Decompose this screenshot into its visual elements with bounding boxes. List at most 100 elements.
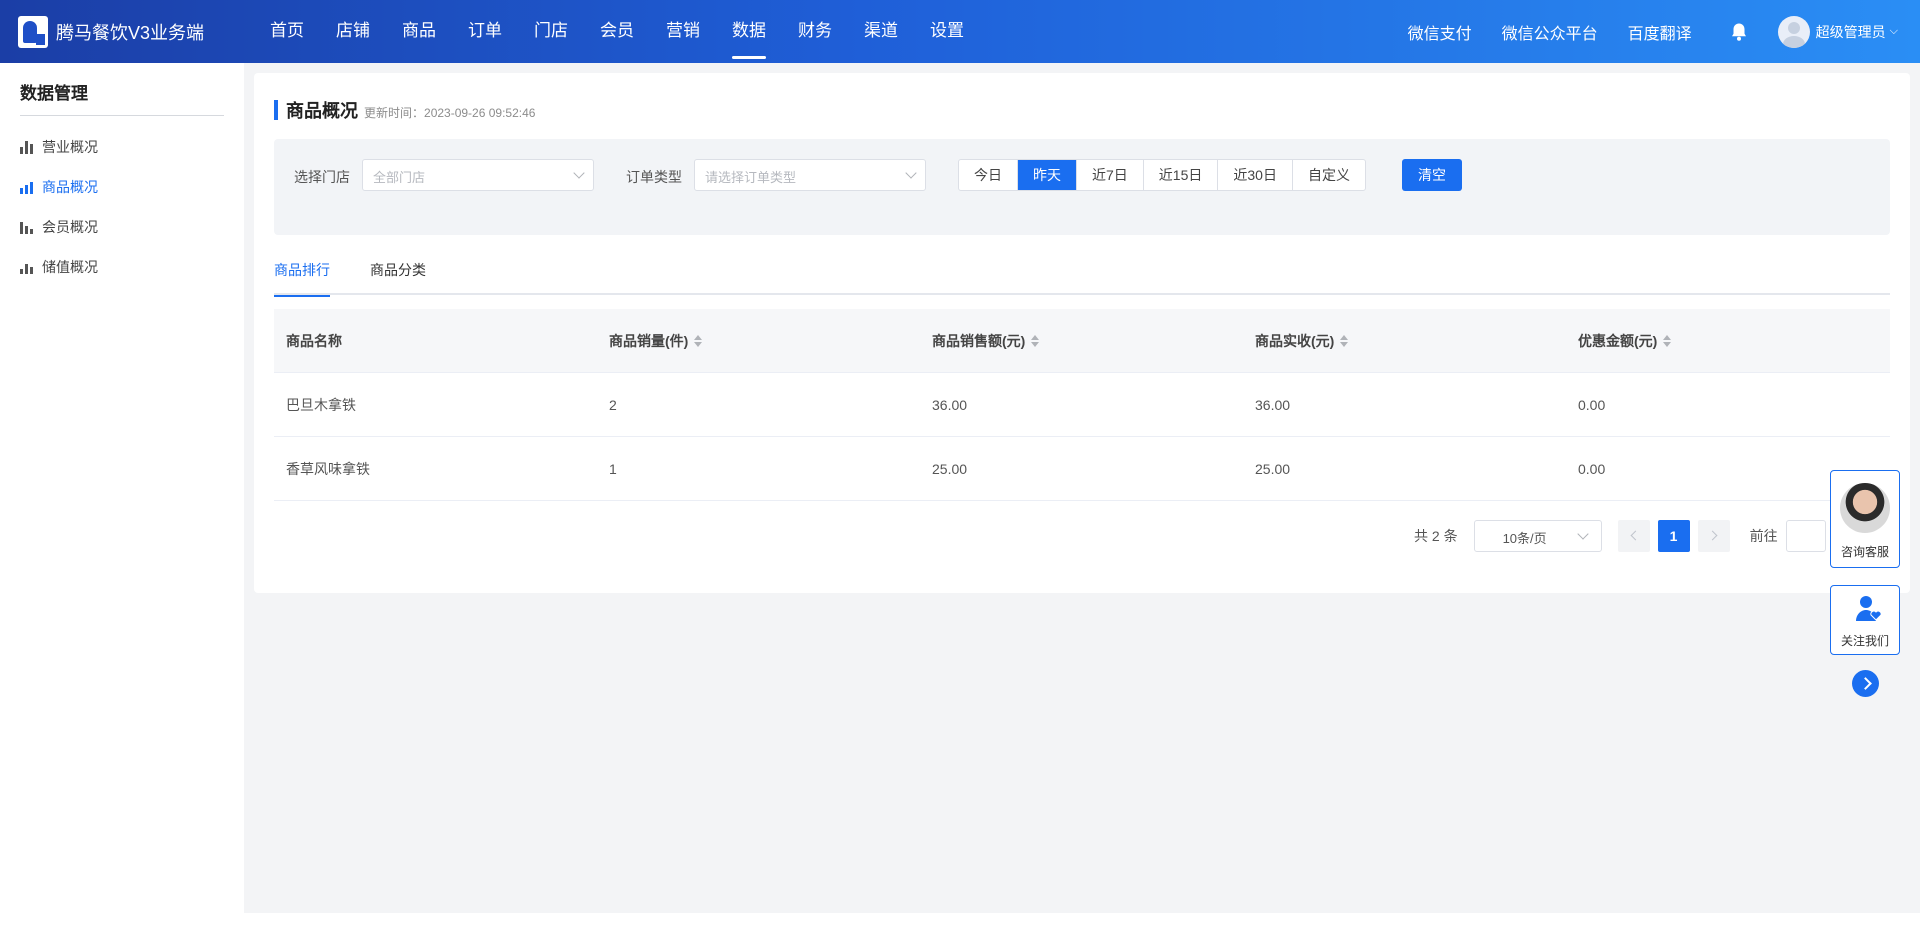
- cell-sales-qty: 1: [609, 460, 617, 477]
- user-menu[interactable]: 超级管理员 ⌵: [1777, 15, 1898, 48]
- range-custom[interactable]: 自定义: [1293, 160, 1365, 190]
- sidebar-item-stored-value-overview[interactable]: 储值概况: [20, 255, 98, 279]
- top-header: 腾马餐饮V3业务端 首页 店铺 商品 订单 门店 会员 营销 数据 财务 渠道 …: [0, 0, 1920, 63]
- range-15-days[interactable]: 近15日: [1144, 160, 1219, 190]
- nav-item-settings[interactable]: 设置: [930, 0, 964, 63]
- sidebar-item-business-overview[interactable]: 营业概况: [20, 135, 98, 159]
- avatar: [1777, 15, 1810, 48]
- next-page-button[interactable]: [1697, 520, 1730, 552]
- customer-service-label: 咨询客服: [1840, 545, 1889, 559]
- cell-goods-name: 香草风味拿铁: [286, 460, 370, 477]
- nav-item-channels[interactable]: 渠道: [864, 0, 898, 63]
- tabs: 商品排行 商品分类: [274, 259, 1890, 297]
- goods-table: 商品名称 商品销量(件) 商品销售额(元) 商品实收(元) 优惠金额(元) 巴旦…: [274, 309, 1890, 501]
- prev-page-button[interactable]: [1617, 520, 1650, 552]
- bar-chart-icon: [20, 139, 36, 155]
- nav-item-stores[interactable]: 门店: [534, 0, 568, 63]
- sidebar: 数据管理 营业概况 商品概况 会员概况 储值概况: [0, 63, 244, 933]
- sort-icon[interactable]: [1663, 334, 1672, 347]
- nav-item-goods[interactable]: 商品: [402, 0, 436, 63]
- tab-goods-category[interactable]: 商品分类: [370, 259, 426, 295]
- store-placeholder: 全部门店: [373, 170, 426, 185]
- chevron-left-icon: [1630, 530, 1641, 541]
- nav-item-finance[interactable]: 财务: [798, 0, 832, 63]
- page-heading: 商品概况 更新时间：2023-09-26 09:52:46: [274, 97, 535, 123]
- tab-goods-ranking[interactable]: 商品排行: [274, 259, 330, 297]
- cell-actual-received: 36.00: [1255, 396, 1291, 413]
- sidebar-item-label: 营业概况: [42, 139, 98, 155]
- table-row: 巴旦木拿铁 2 36.00 36.00 0.00: [274, 373, 1890, 437]
- sidebar-item-label: 商品概况: [42, 179, 98, 195]
- page-size-select[interactable]: 10条/页: [1473, 520, 1602, 552]
- user-name: 超级管理员: [1815, 23, 1886, 40]
- pagination-total: 共 2 条: [1414, 528, 1458, 544]
- nav-item-orders[interactable]: 订单: [468, 0, 502, 63]
- goto-label: 前往: [1749, 528, 1778, 544]
- sort-icon[interactable]: [1340, 334, 1349, 347]
- update-time: 更新时间：2023-09-26 09:52:46: [364, 106, 536, 120]
- cell-discount: 0.00: [1578, 396, 1606, 413]
- user-heart-icon: [1856, 596, 1882, 621]
- brand[interactable]: 腾马餐饮V3业务端: [18, 16, 204, 48]
- order-type-label: 订单类型: [626, 169, 682, 185]
- sidebar-item-label: 会员概况: [42, 219, 98, 235]
- pagination: 共 2 条 10条/页 1 前往: [1414, 520, 1826, 552]
- page-number-current[interactable]: 1: [1657, 520, 1690, 552]
- nav-item-data[interactable]: 数据: [732, 0, 766, 63]
- order-type-placeholder: 请选择订单类型: [705, 170, 797, 185]
- page-title: 商品概况: [286, 101, 358, 121]
- chevron-down-icon: [573, 167, 585, 179]
- date-range-group: 今日 昨天 近7日 近15日 近30日 自定义: [958, 159, 1366, 191]
- bell-icon[interactable]: [1730, 22, 1748, 42]
- store-select[interactable]: 全部门店: [362, 159, 594, 191]
- cell-goods-name: 巴旦木拿铁: [286, 396, 356, 413]
- range-30-days[interactable]: 近30日: [1218, 160, 1293, 190]
- wechat-pay-link[interactable]: 微信支付: [1408, 20, 1472, 44]
- col-discount[interactable]: 优惠金额(元): [1566, 309, 1889, 372]
- sidebar-item-goods-overview[interactable]: 商品概况: [20, 175, 98, 199]
- sort-icon[interactable]: [1031, 334, 1040, 347]
- nav-item-members[interactable]: 会员: [600, 0, 634, 63]
- bar-chart-icon: [20, 259, 36, 275]
- clear-button[interactable]: 清空: [1402, 159, 1462, 191]
- chevron-down-icon: ⌵: [1889, 25, 1898, 37]
- col-goods-name: 商品名称: [286, 332, 342, 349]
- bar-chart-icon: [20, 179, 36, 195]
- main-nav: 首页 店铺 商品 订单 门店 会员 营销 数据 财务 渠道 设置: [270, 0, 996, 63]
- store-label: 选择门店: [294, 169, 350, 185]
- brand-logo-icon: [18, 16, 48, 48]
- goto-page-input[interactable]: [1785, 520, 1826, 552]
- col-sales-amount[interactable]: 商品销售额(元): [920, 309, 1243, 372]
- nav-item-home[interactable]: 首页: [270, 0, 304, 63]
- cell-sales-amount: 25.00: [932, 460, 968, 477]
- sort-icon[interactable]: [694, 334, 703, 347]
- main-card: 商品概况 更新时间：2023-09-26 09:52:46 选择门店 全部门店 …: [254, 73, 1910, 593]
- cell-actual-received: 25.00: [1255, 460, 1291, 477]
- sidebar-title: 数据管理: [20, 84, 88, 103]
- chevron-down-icon: [905, 167, 917, 179]
- nav-item-marketing[interactable]: 营销: [666, 0, 700, 63]
- follow-us-widget[interactable]: 关注我们: [1830, 585, 1900, 655]
- wechat-mp-link[interactable]: 微信公众平台: [1502, 20, 1598, 44]
- col-sales-qty[interactable]: 商品销量(件): [597, 309, 920, 372]
- bar-chart-icon: [20, 219, 36, 235]
- range-yesterday[interactable]: 昨天: [1018, 160, 1077, 190]
- col-actual-received[interactable]: 商品实收(元): [1243, 309, 1566, 372]
- chevron-right-icon: [1707, 530, 1718, 541]
- heading-accent-bar: [274, 100, 278, 120]
- cell-sales-amount: 36.00: [932, 396, 968, 413]
- table-header: 商品名称 商品销量(件) 商品销售额(元) 商品实收(元) 优惠金额(元): [274, 309, 1890, 373]
- sidebar-item-member-overview[interactable]: 会员概况: [20, 215, 98, 239]
- agent-photo: [1840, 483, 1890, 533]
- range-7-days[interactable]: 近7日: [1077, 160, 1144, 190]
- follow-us-label: 关注我们: [1840, 634, 1889, 648]
- baidu-translate-link[interactable]: 百度翻译: [1628, 20, 1692, 44]
- range-today[interactable]: 今日: [959, 160, 1018, 190]
- page-size-value: 10条/页: [1502, 531, 1547, 546]
- customer-service-widget[interactable]: 咨询客服: [1830, 470, 1900, 568]
- order-type-select[interactable]: 请选择订单类型: [694, 159, 926, 191]
- right-nav: 微信支付 微信公众平台 百度翻译 超级管理员 ⌵: [1378, 0, 1898, 63]
- filter-panel: 选择门店 全部门店 订单类型 请选择订单类型 今日 昨天 近7日 近15日 近3…: [274, 139, 1890, 235]
- nav-item-shop[interactable]: 店铺: [336, 0, 370, 63]
- chevron-right-icon[interactable]: [1852, 670, 1879, 697]
